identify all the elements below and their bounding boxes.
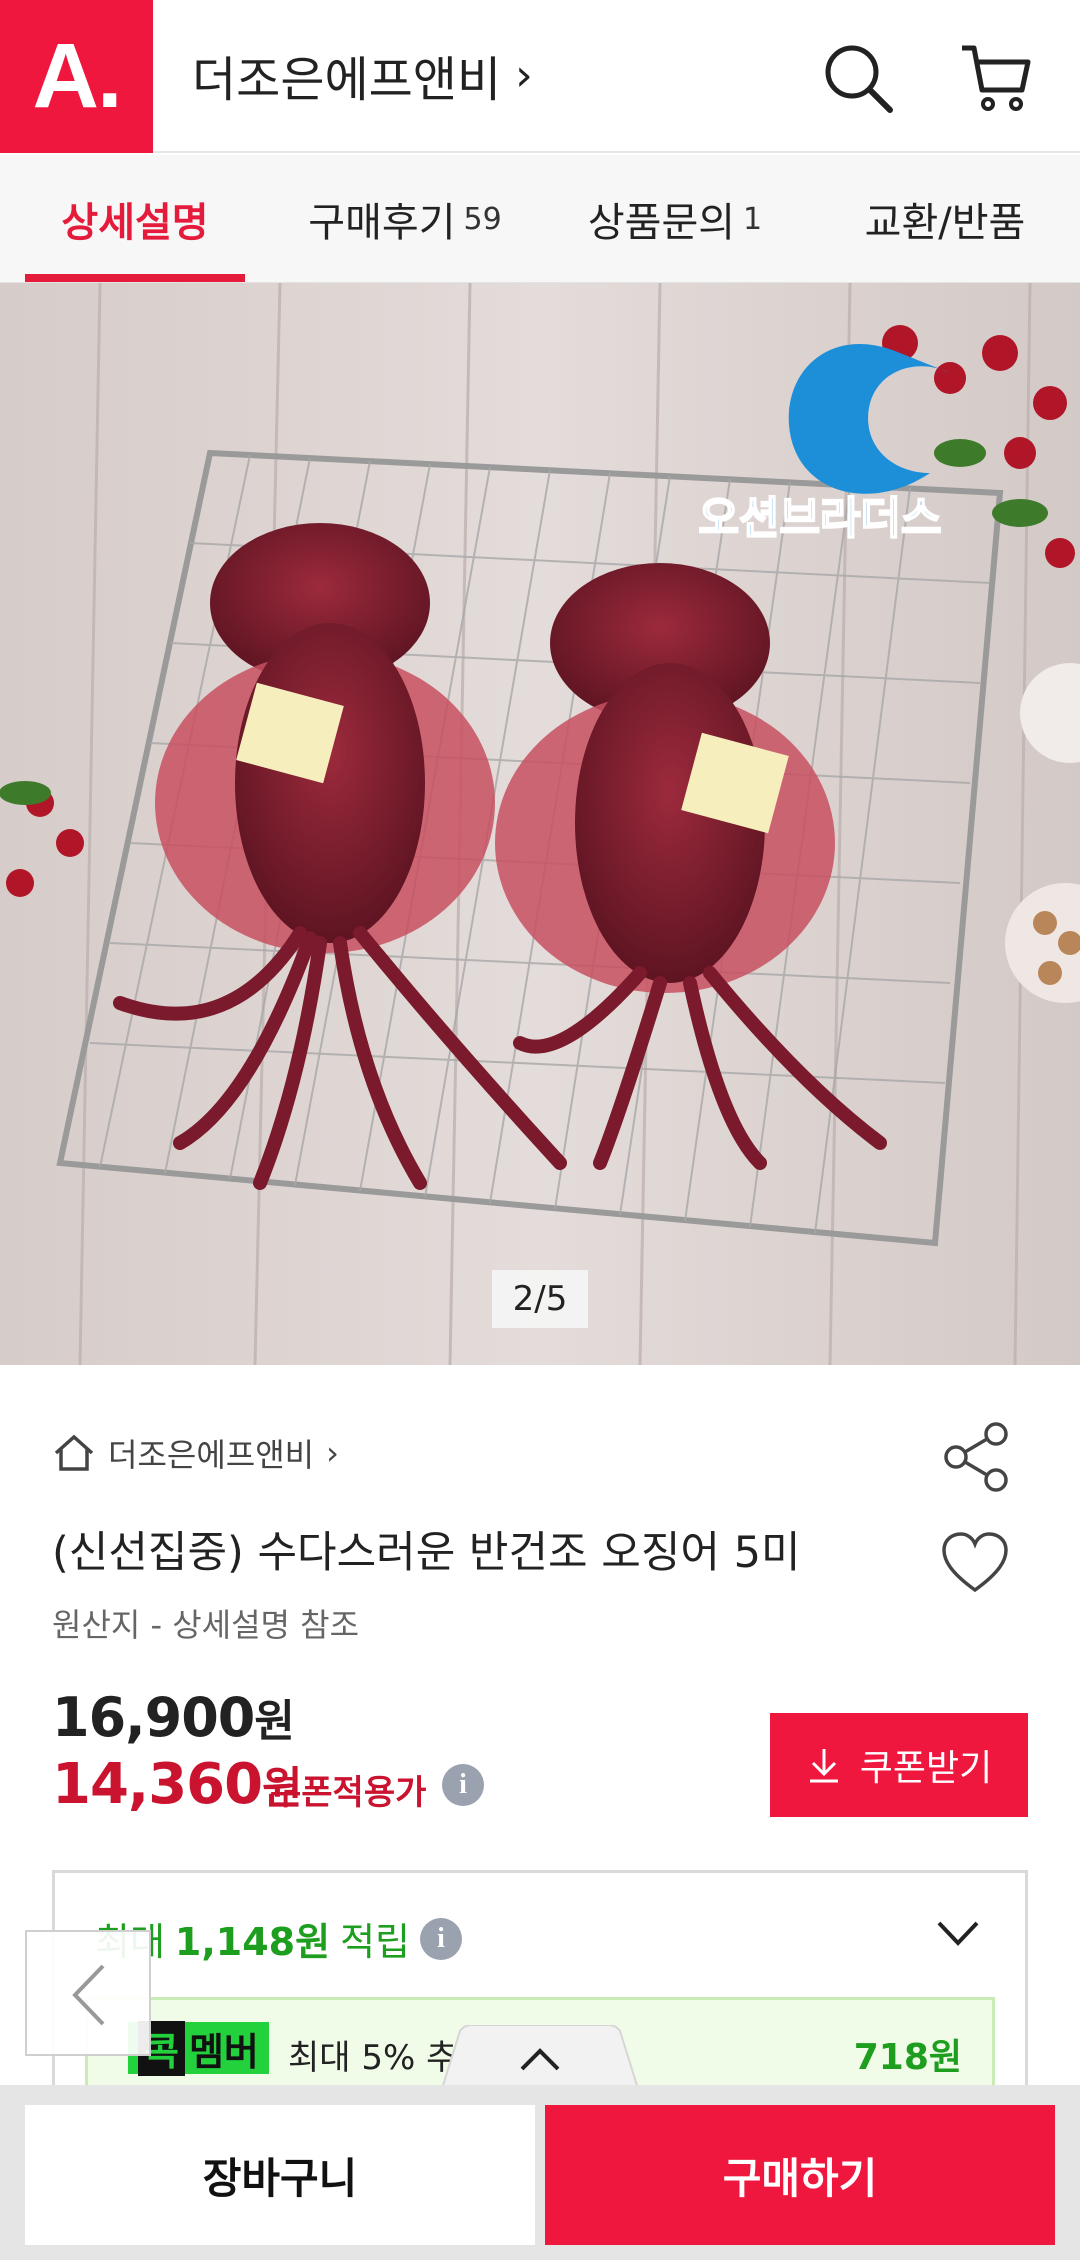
tab-reviews[interactable]: 구매후기 59: [270, 155, 540, 283]
home-icon: [54, 1434, 94, 1471]
store-link[interactable]: 더조은에프앤비 ›: [192, 40, 533, 110]
active-tab-indicator: [25, 274, 245, 282]
product-image-carousel[interactable]: 오션브라더스: [0, 283, 1080, 1365]
app-logo[interactable]: A.: [0, 0, 153, 153]
share-icon[interactable]: [940, 1420, 1014, 1494]
buy-now-button[interactable]: 구매하기: [545, 2105, 1055, 2245]
original-price: 16,900원: [52, 1686, 295, 1749]
product-title: (신선집중) 수다스러운 반건조 오징어 5미: [52, 1528, 801, 1578]
chevron-right-icon: ›: [326, 1434, 339, 1472]
tab-exchange-return[interactable]: 교환/반품: [810, 155, 1080, 283]
member-reward-amount: 718원: [853, 2037, 962, 2078]
brand-logo-text: 오션브라더스: [699, 493, 942, 544]
chevron-left-icon: [72, 1964, 105, 2026]
get-coupon-button[interactable]: 쿠폰받기: [770, 1713, 1028, 1817]
image-counter: 2/5: [492, 1270, 588, 1328]
coupon-price-label: 쿠폰적용가: [270, 1773, 427, 1813]
add-to-cart-button[interactable]: 장바구니: [25, 2105, 535, 2245]
chevron-down-icon[interactable]: [933, 1913, 983, 1953]
breadcrumb-store: 더조은에프앤비: [108, 1436, 315, 1474]
tab-detail[interactable]: 상세설명: [0, 155, 270, 283]
sale-price: 14,360원: [52, 1752, 303, 1817]
tab-label: 상세설명: [61, 200, 209, 246]
info-icon[interactable]: i: [420, 1917, 463, 1960]
tab-count: 59: [463, 201, 502, 237]
back-button[interactable]: [25, 1930, 151, 2056]
bottom-action-bar: 장바구니 구매하기: [0, 2085, 1080, 2260]
info-icon[interactable]: i: [442, 1764, 484, 1806]
chevron-right-icon: ›: [515, 49, 533, 101]
detail-tabs: 상세설명 구매후기 59 상품문의 1 교환/반품: [0, 155, 1080, 283]
tab-label: 구매후기: [308, 200, 456, 246]
member-reward-text: 최대 5% 추: [288, 2038, 458, 2078]
tab-label: 교환/반품: [864, 200, 1026, 246]
search-icon[interactable]: [818, 38, 898, 118]
coupon-button-label: 쿠폰받기: [859, 1748, 993, 1789]
tab-qna[interactable]: 상품문의 1: [540, 155, 810, 283]
tab-count: 1: [743, 201, 763, 237]
store-name: 더조은에프앤비: [192, 52, 502, 108]
tab-label: 상품문의: [587, 200, 736, 246]
breadcrumb[interactable]: 더조은에프앤비 ›: [52, 1430, 339, 1476]
download-icon: [809, 1749, 838, 1783]
heart-icon[interactable]: [940, 1530, 1010, 1596]
origin-info: 원산지 - 상세설명 참조: [52, 1606, 360, 1644]
cart-icon[interactable]: [956, 38, 1036, 118]
product-photo: 오션브라더스: [0, 283, 1080, 1365]
top-header: A. 더조은에프앤비 ›: [0, 0, 1080, 153]
